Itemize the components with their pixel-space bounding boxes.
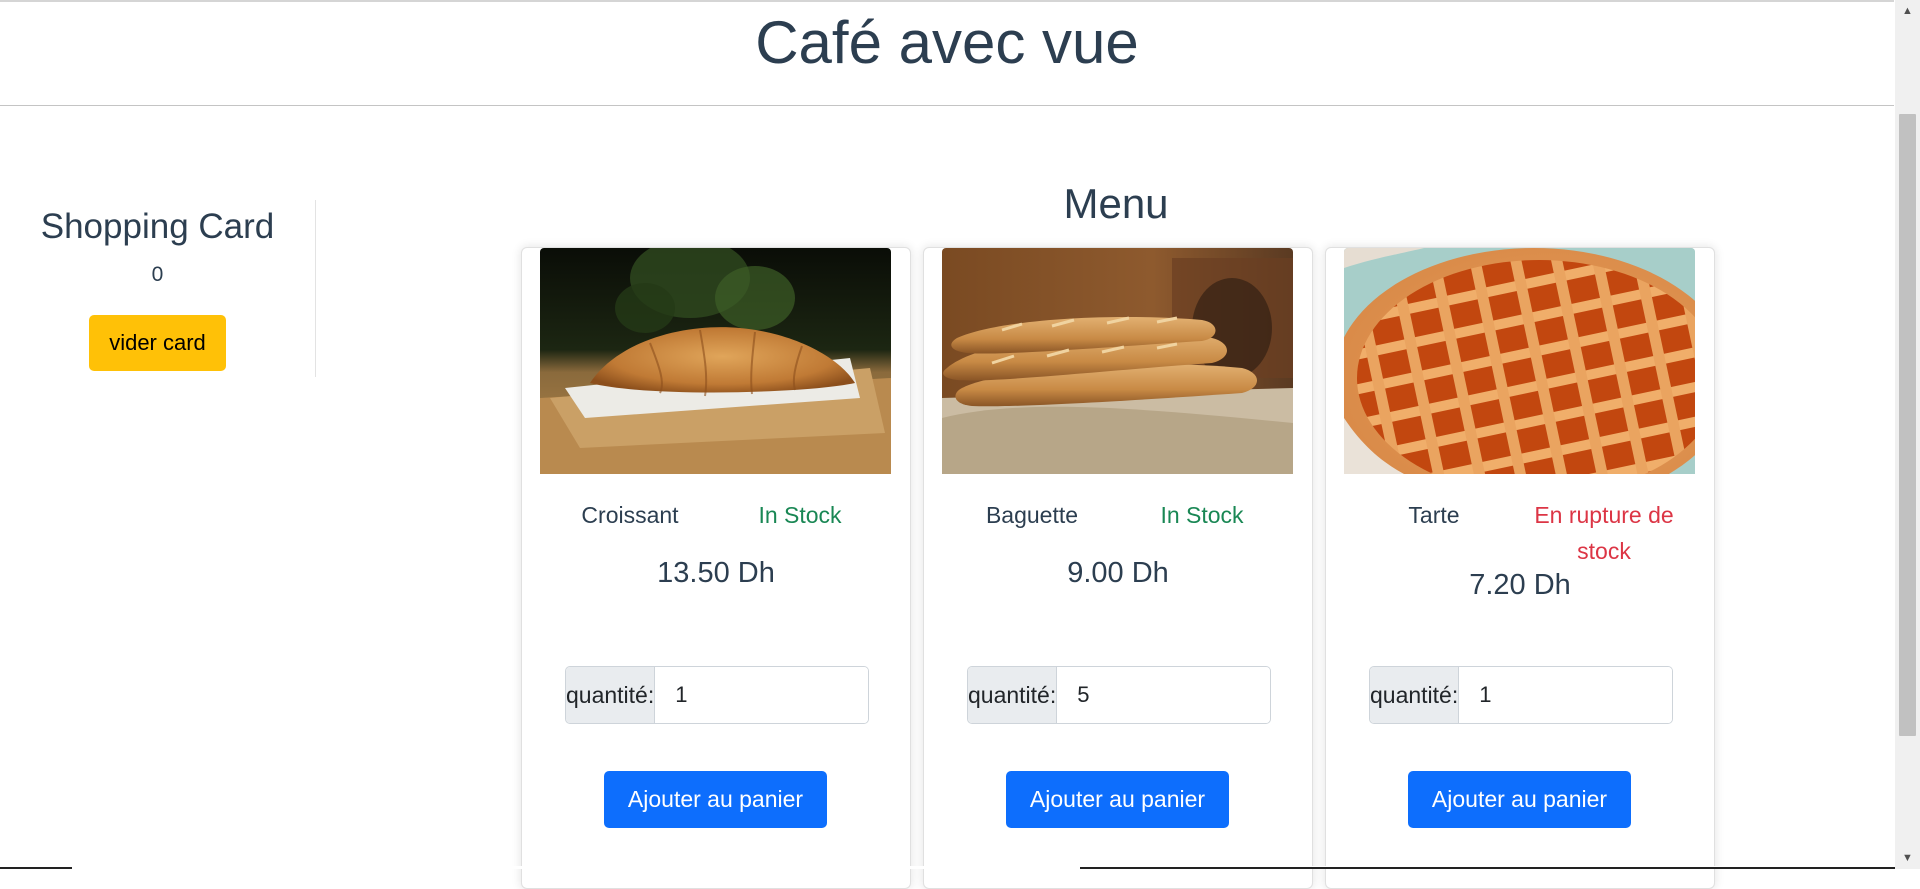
product-price: 13.50 Dh [657,557,775,589]
quantity-input[interactable] [1057,667,1270,723]
add-to-cart-button[interactable]: Ajouter au panier [604,771,827,828]
quantity-input[interactable] [1459,667,1672,723]
product-name: Tarte [1408,502,1460,528]
chevron-up-icon[interactable]: ▲ [1895,0,1920,22]
clear-card-button[interactable]: vider card [89,315,226,371]
shopping-card-sidebar: Shopping Card 0 vider card [0,200,316,377]
page-header: Café avec vue [0,2,1894,106]
add-to-cart-button[interactable]: Ajouter au panier [1006,771,1229,828]
stock-status: En rupture de stock [1534,502,1674,564]
quantity-group: quantité: [565,666,869,724]
croissant-image [540,248,891,474]
stock-status: In Stock [1160,502,1244,528]
quantity-label: quantité: [968,667,1058,723]
product-price: 7.20 Dh [1469,569,1571,601]
product-card-baguette: Baguette In Stock 9.00 Dh quantité: Ajou… [923,247,1313,889]
shopping-card-title: Shopping Card [40,207,275,246]
baguette-image [942,248,1293,474]
cart-count: 0 [151,263,164,286]
product-card-tarte: Tarte En rupture de stock 7.20 Dh quanti… [1325,247,1715,889]
product-card-croissant: Croissant In Stock 13.50 Dh quantité: Aj… [521,247,911,889]
quantity-group: quantité: [1369,666,1673,724]
scrollbar-thumb[interactable] [1899,114,1916,736]
quantity-group: quantité: [967,666,1271,724]
quantity-label: quantité: [1370,667,1460,723]
menu-title: Menu [1063,180,1169,227]
stock-status: In Stock [758,502,842,528]
product-name: Baguette [985,502,1079,528]
quantity-input[interactable] [655,667,868,723]
quantity-label: quantité: [566,667,656,723]
product-price: 9.00 Dh [1067,557,1169,589]
chevron-down-icon[interactable]: ▼ [1895,847,1920,869]
product-name: Croissant [581,502,679,528]
tarte-image [1344,248,1695,474]
vertical-scrollbar[interactable]: ▲ ▼ [1895,0,1920,869]
page-title: Café avec vue [755,9,1139,76]
add-to-cart-button[interactable]: Ajouter au panier [1408,771,1631,828]
